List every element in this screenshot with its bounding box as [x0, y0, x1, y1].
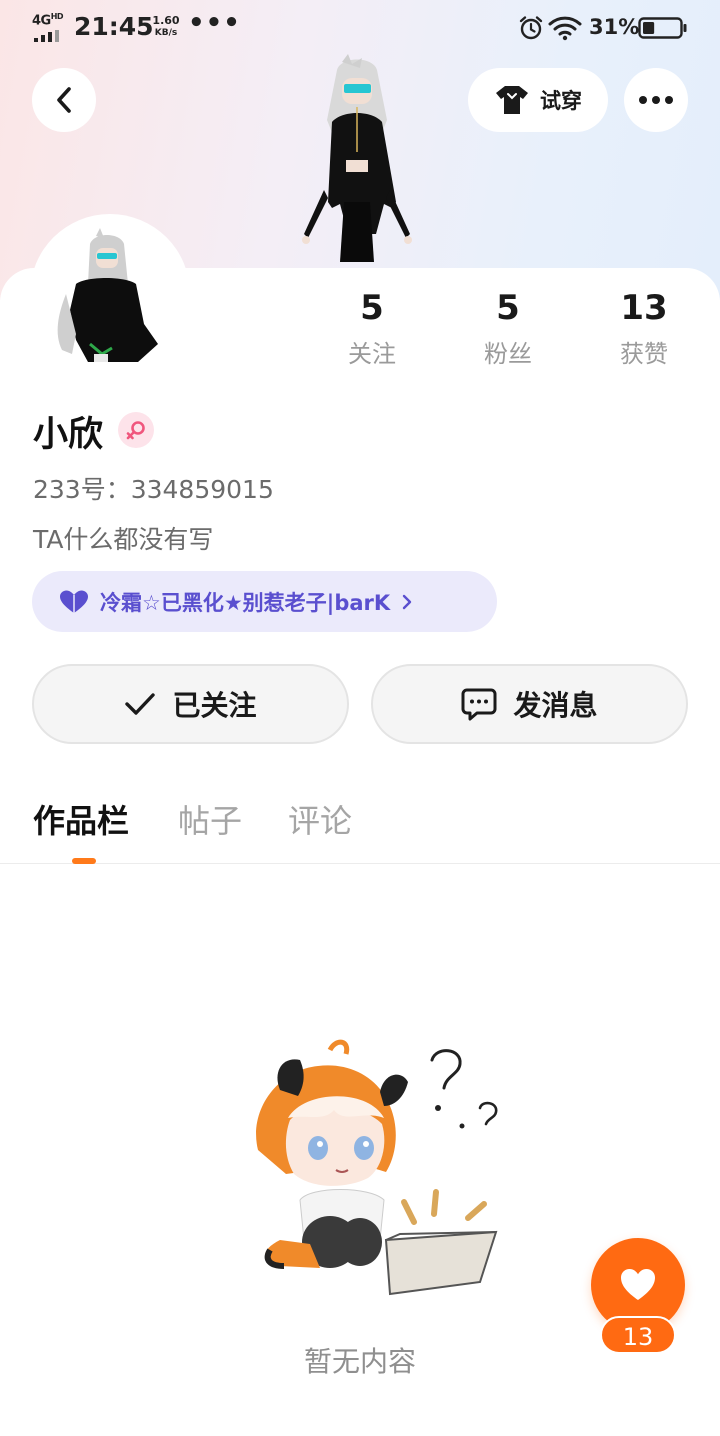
battery-percent: 31%: [589, 15, 640, 39]
send-message-label: 发消息: [513, 689, 598, 722]
following-count: 5: [360, 288, 384, 328]
more-dots-icon: [639, 96, 647, 104]
followers-label: 粉丝: [484, 340, 532, 368]
network-type: 4GHD: [32, 12, 64, 29]
battery-icon: [638, 17, 687, 39]
try-on-label: 试穿: [540, 89, 582, 113]
status-bar: 4GHD 21:45 1.60 KB/s ••• 31%: [0, 0, 720, 56]
tshirt-icon: [496, 86, 528, 114]
chat-bubble-icon: [461, 688, 497, 721]
chevron-right-icon: [402, 594, 412, 609]
try-on-button[interactable]: 试穿: [468, 68, 608, 132]
tab-works[interactable]: 作品栏: [33, 796, 129, 842]
checkmark-icon: [125, 693, 156, 715]
female-icon: [126, 421, 145, 440]
back-button[interactable]: [32, 68, 96, 132]
followed-button[interactable]: 已关注: [32, 664, 349, 744]
honor-tag[interactable]: 冷霜☆已黑化★别惹老子|barK: [32, 571, 497, 632]
chevron-left-icon: [57, 87, 71, 113]
likes-stat[interactable]: 13 获赞: [576, 286, 712, 369]
avatar-figure-image: [302, 54, 412, 262]
more-options-button[interactable]: [624, 68, 688, 132]
network-speed: 1.60 KB/s: [152, 14, 180, 39]
content-tabs: 作品栏 帖子 评论: [0, 796, 720, 864]
followers-stat[interactable]: 5 粉丝: [440, 286, 576, 369]
following-stat[interactable]: 5 关注: [304, 286, 440, 369]
empty-state-illustration: [256, 1039, 498, 1296]
followers-count: 5: [496, 288, 520, 328]
like-count-badge: 13: [600, 1316, 676, 1354]
send-message-button[interactable]: 发消息: [371, 664, 688, 744]
wifi-icon: [548, 16, 582, 41]
followed-label: 已关注: [172, 689, 257, 722]
honor-tag-text: 冷霜☆已黑化★别惹老子|barK: [100, 590, 391, 615]
avatar[interactable]: [30, 214, 190, 374]
following-label: 关注: [348, 340, 396, 368]
clock: 21:45: [74, 12, 154, 41]
likes-label: 获赞: [620, 340, 668, 368]
active-tab-indicator: [72, 858, 96, 864]
avatar-image: [57, 228, 158, 362]
username: 小欣: [33, 415, 104, 455]
alarm-icon: [519, 16, 543, 40]
likes-count: 13: [620, 288, 668, 328]
more-notifications-dots: •••: [188, 8, 241, 38]
tab-posts[interactable]: 帖子: [178, 796, 242, 842]
heart-icon: [621, 1269, 655, 1300]
user-id: 233号：334859015: [33, 475, 274, 504]
gender-badge: [118, 412, 154, 448]
profile-stats: 5 关注 5 粉丝 13 获赞: [304, 286, 720, 376]
bio: TA什么都没有写: [33, 525, 214, 554]
heart-icon: [60, 590, 88, 613]
signal-icon: 4GHD: [32, 12, 68, 42]
tab-comments[interactable]: 评论: [288, 796, 352, 842]
